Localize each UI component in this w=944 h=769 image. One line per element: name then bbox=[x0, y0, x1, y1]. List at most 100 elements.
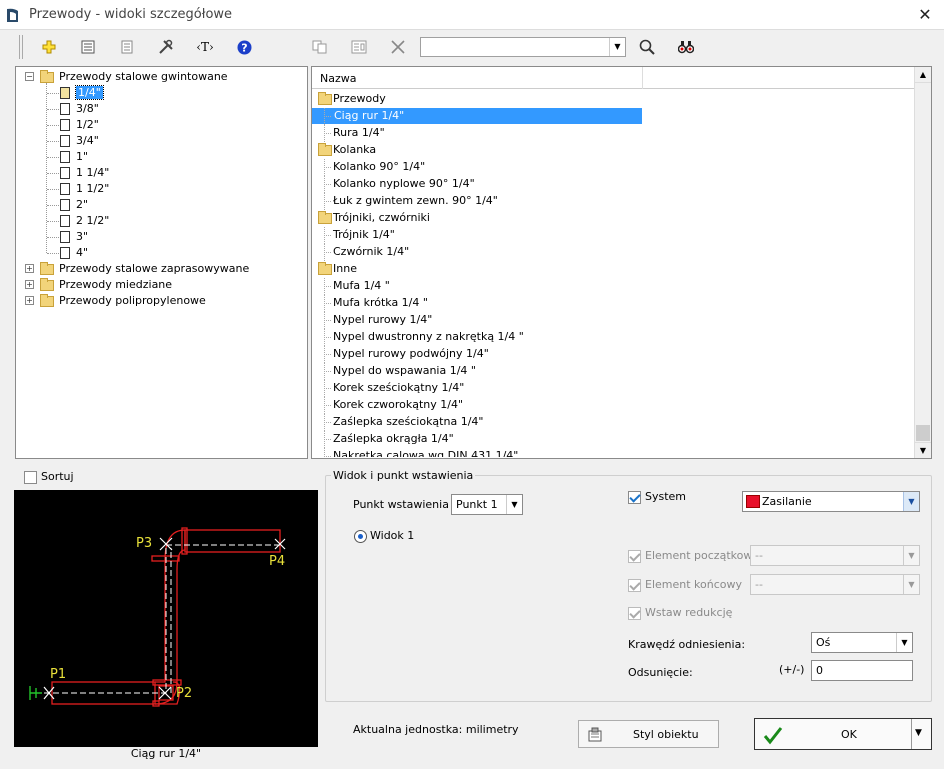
insert-point-select[interactable]: Punkt 1 ▼ bbox=[451, 494, 523, 515]
list-item[interactable]: Nypel rurowy 1/4" bbox=[312, 312, 642, 329]
folder-icon bbox=[40, 293, 54, 307]
text-tag-icon[interactable]: ‹T› bbox=[194, 37, 216, 57]
list-item[interactable]: Korek czworokątny 1/4" bbox=[312, 397, 642, 414]
offset-input[interactable]: 0 bbox=[811, 660, 913, 681]
list-item[interactable]: Rura 1/4" bbox=[312, 125, 642, 142]
scroll-down-icon[interactable]: ▼ bbox=[915, 442, 931, 458]
chevron-down-icon[interactable]: ▼ bbox=[903, 546, 919, 565]
sort-checkbox[interactable]: Sortuj bbox=[24, 470, 74, 484]
end-element-select[interactable]: -- ▼ bbox=[750, 574, 920, 595]
chevron-down-icon[interactable]: ▼ bbox=[903, 575, 919, 594]
start-element-checkbox[interactable]: Element początkowy bbox=[628, 549, 759, 563]
radio-selected[interactable] bbox=[354, 529, 367, 543]
chevron-down-icon[interactable]: ▼ bbox=[903, 492, 919, 511]
edit-list-icon[interactable] bbox=[348, 37, 370, 57]
binoculars-icon[interactable] bbox=[675, 37, 697, 57]
list-item[interactable]: Kolanko nyplowe 90° 1/4" bbox=[312, 176, 642, 193]
copy-icon[interactable] bbox=[309, 37, 331, 57]
checkbox[interactable] bbox=[24, 470, 37, 484]
edge-select[interactable]: Oś ▼ bbox=[811, 632, 913, 653]
delete-icon[interactable] bbox=[387, 37, 409, 57]
close-icon[interactable]: ✕ bbox=[916, 6, 934, 24]
list-item[interactable]: Zaślepka sześciokątna 1/4" bbox=[312, 414, 642, 431]
add-icon[interactable] bbox=[38, 37, 60, 57]
tree-item-size[interactable]: 1 1/4" bbox=[60, 165, 109, 181]
reduction-checkbox[interactable]: Wstaw redukcję bbox=[628, 606, 732, 620]
group-legend: Widok i punkt wstawienia bbox=[331, 469, 476, 482]
tree-item-size[interactable]: 3/4" bbox=[60, 133, 99, 149]
checkmark-icon bbox=[763, 727, 783, 745]
tree-item-size[interactable]: 2" bbox=[60, 197, 88, 213]
tree-item-size[interactable]: 1" bbox=[60, 149, 88, 165]
ok-button[interactable]: OK ▼ bbox=[754, 718, 932, 750]
tree-item-size[interactable]: 1/4" bbox=[60, 85, 104, 101]
document-icon bbox=[60, 231, 70, 243]
tree-item-size[interactable]: 1 1/2" bbox=[60, 181, 109, 197]
title-bar: Przewody - widoki szczegółowe ✕ bbox=[0, 0, 944, 30]
list-icon[interactable] bbox=[116, 37, 138, 57]
list-rows: Przewody Ciąg rur 1/4" Rura 1/4" Kolanka Kol… bbox=[312, 91, 915, 457]
scroll-thumb[interactable] bbox=[916, 425, 930, 441]
expand-toggle[interactable]: + bbox=[25, 264, 34, 273]
list-group[interactable]: Kolanka bbox=[312, 142, 642, 158]
document-icon bbox=[60, 183, 70, 195]
chevron-down-icon[interactable]: ▼ bbox=[915, 728, 922, 738]
column-header-name[interactable]: Nazwa bbox=[320, 72, 356, 85]
list-group[interactable]: Inne bbox=[312, 261, 642, 277]
offset-sign: (+/-) bbox=[779, 663, 805, 676]
document-icon bbox=[60, 167, 70, 179]
help-icon[interactable]: ? bbox=[233, 37, 255, 57]
element-list[interactable]: Nazwa Przewody Ciąg rur 1/4" Rura 1/4" Kola… bbox=[311, 66, 932, 459]
checkbox-checked[interactable] bbox=[628, 490, 641, 504]
point-label-p1: P1 bbox=[50, 667, 67, 682]
vertical-scrollbar[interactable]: ▲ ▼ bbox=[914, 67, 931, 458]
list-item[interactable]: Mufa krótka 1/4 " bbox=[312, 295, 642, 312]
system-checkbox[interactable]: System bbox=[628, 490, 686, 504]
system-select[interactable]: Zasilanie ▼ bbox=[742, 491, 920, 512]
tree-item-category[interactable]: Przewody stalowe zaprasowywane bbox=[40, 261, 249, 277]
collapse-toggle[interactable]: − bbox=[25, 72, 34, 81]
list-item[interactable]: Kolanko 90° 1/4" bbox=[312, 159, 642, 176]
chevron-down-icon[interactable]: ▼ bbox=[506, 495, 522, 514]
expand-toggle[interactable]: + bbox=[25, 280, 34, 289]
scroll-up-icon[interactable]: ▲ bbox=[915, 67, 931, 83]
tree-item-category[interactable]: Przewody polipropylenowe bbox=[40, 293, 206, 309]
point-label-p4: P4 bbox=[269, 554, 286, 569]
preview-canvas: P1 P2 P3 P4 bbox=[14, 490, 318, 747]
list-item[interactable]: Zaślepka okrągła 1/4" bbox=[312, 431, 642, 448]
tree-item-size[interactable]: 3/8" bbox=[60, 101, 99, 117]
tree-item-size[interactable]: 2 1/2" bbox=[60, 213, 109, 229]
expand-toggle[interactable]: + bbox=[25, 296, 34, 305]
list-item[interactable]: Nypel do wspawania 1/4 " bbox=[312, 363, 642, 380]
list-item[interactable]: Nypel rurowy podwójny 1/4" bbox=[312, 346, 642, 363]
folder-open-icon bbox=[318, 143, 332, 156]
list-item[interactable]: Nakrętka calowa wg DIN 431 1/4" bbox=[312, 448, 642, 457]
search-input[interactable]: ▼ bbox=[420, 37, 626, 57]
list-group[interactable]: Przewody bbox=[312, 91, 642, 107]
tools-icon[interactable] bbox=[155, 37, 177, 57]
list-item[interactable]: Nypel dwustronny z nakrętką 1/4 " bbox=[312, 329, 642, 346]
tree-item-size[interactable]: 1/2" bbox=[60, 117, 99, 133]
list-item[interactable]: Trójnik 1/4" bbox=[312, 227, 642, 244]
list-item[interactable]: Ciąg rur 1/4" bbox=[312, 108, 642, 125]
end-element-checkbox[interactable]: Element końcowy bbox=[628, 578, 742, 592]
view-radio[interactable]: Widok 1 bbox=[354, 529, 414, 543]
tree-item-category[interactable]: Przewody miedziane bbox=[40, 277, 172, 293]
object-style-button[interactable]: Styl obiektu bbox=[578, 720, 719, 748]
search-icon[interactable] bbox=[636, 37, 658, 57]
list-item[interactable]: Łuk z gwintem zewn. 90° 1/4" bbox=[312, 193, 642, 210]
chevron-down-icon[interactable]: ▼ bbox=[609, 38, 625, 56]
list-item[interactable]: Czwórnik 1/4" bbox=[312, 244, 642, 261]
list-item[interactable]: Korek sześciokątny 1/4" bbox=[312, 380, 642, 397]
list-group[interactable]: Trójniki, czwórniki bbox=[312, 210, 642, 226]
chevron-down-icon[interactable]: ▼ bbox=[896, 633, 912, 652]
list-item[interactable]: Mufa 1/4 " bbox=[312, 278, 642, 295]
start-element-select[interactable]: -- ▼ bbox=[750, 545, 920, 566]
properties-icon[interactable] bbox=[77, 37, 99, 57]
category-tree[interactable]: − Przewody stalowe gwintowane 1/4" 3/8" 1/2"… bbox=[15, 66, 308, 459]
tree-item-size[interactable]: 4" bbox=[60, 245, 88, 261]
tree-item-size[interactable]: 3" bbox=[60, 229, 88, 245]
pipe-preview-drawing bbox=[29, 527, 286, 707]
tree-item-root[interactable]: Przewody stalowe gwintowane bbox=[40, 69, 228, 85]
folder-icon bbox=[40, 261, 54, 275]
